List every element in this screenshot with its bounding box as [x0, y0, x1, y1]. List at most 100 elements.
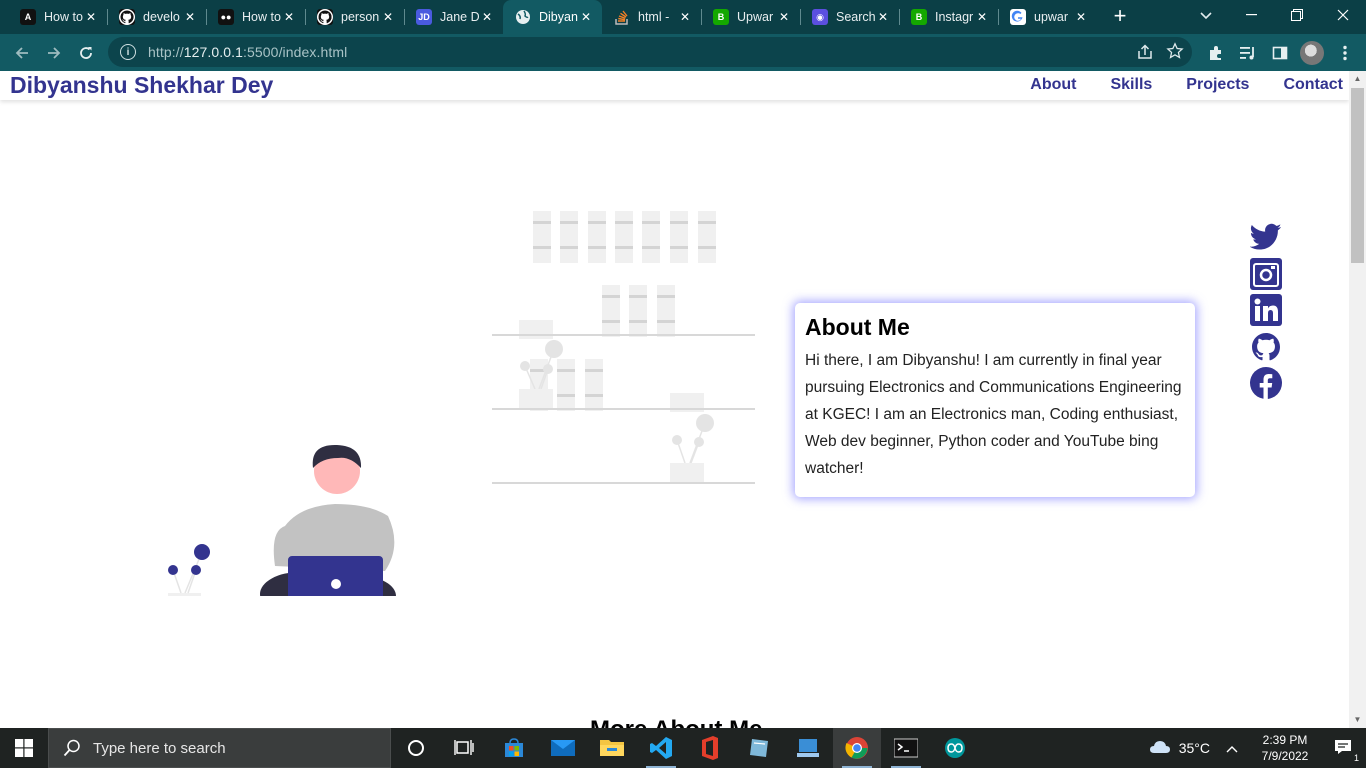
site-brand[interactable]: Dibyanshu Shekhar Dey — [10, 72, 273, 99]
cortana-icon[interactable] — [392, 728, 440, 768]
task-view-icon[interactable] — [440, 728, 488, 768]
browser-tab[interactable]: ◉ Search ✕ — [800, 0, 899, 34]
scroll-up-arrow-icon[interactable]: ▲ — [1349, 71, 1366, 87]
page-scrollbar[interactable]: ▲ ▼ — [1349, 71, 1366, 728]
browser-tab[interactable]: develo ✕ — [107, 0, 206, 34]
share-icon[interactable] — [1136, 43, 1154, 66]
notification-icon[interactable]: 1 — [1334, 739, 1359, 763]
office-icon[interactable] — [686, 728, 734, 768]
reload-icon — [80, 47, 92, 59]
about-card: About Me Hi there, I am Dibyanshu! I am … — [795, 303, 1195, 497]
minimize-button[interactable] — [1228, 0, 1274, 30]
tab-close-icon[interactable]: ✕ — [677, 10, 693, 24]
notification-count: 1 — [1353, 752, 1359, 763]
clock[interactable]: 2:39 PM 7/9/2022 — [1250, 732, 1320, 764]
hero-illustration — [168, 211, 755, 596]
instagram-icon[interactable] — [1248, 256, 1284, 293]
clock-date: 7/9/2022 — [1261, 749, 1309, 763]
restore-button[interactable] — [1274, 0, 1320, 30]
scroll-down-arrow-icon[interactable]: ▼ — [1349, 712, 1366, 728]
nav-about-link[interactable]: About — [1030, 76, 1076, 94]
browser-tab[interactable]: A How to ✕ — [8, 0, 107, 34]
browser-menu-icon[interactable] — [1332, 40, 1358, 66]
weather-cloud-icon[interactable] — [1149, 740, 1171, 757]
terminal-icon[interactable] — [882, 728, 930, 768]
tab-close-icon[interactable]: ✕ — [1073, 10, 1089, 24]
linkedin-icon[interactable] — [1248, 292, 1284, 329]
nav-projects-link[interactable]: Projects — [1186, 76, 1249, 94]
browser-tab[interactable]: Dibyan ✕ — [503, 0, 602, 34]
forward-button[interactable] — [41, 40, 67, 66]
browser-tab[interactable]: html - ✕ — [602, 0, 701, 34]
mail-icon[interactable] — [539, 728, 587, 768]
address-bar[interactable]: i http://127.0.0.1:5500/index.html — [108, 37, 1192, 67]
reload-button[interactable] — [73, 40, 99, 66]
site-navbar: Dibyanshu Shekhar Dey About Skills Proje… — [0, 71, 1349, 100]
browser-tab[interactable]: ●● How to ✕ — [206, 0, 305, 34]
windows-logo-icon — [15, 739, 33, 757]
system-tray: 35°C 2:39 PM 7/9/2022 1 — [1149, 728, 1366, 768]
nav-skills-link[interactable]: Skills — [1110, 76, 1152, 94]
tab-search-chevron-icon[interactable] — [1196, 4, 1216, 28]
search-engine-icon: ◉ — [812, 9, 828, 25]
tab-close-icon[interactable]: ✕ — [380, 10, 396, 24]
browser-tab[interactable]: JD Jane D ✕ — [404, 0, 503, 34]
browser-tab-label: develo — [143, 10, 180, 24]
tab-close-icon[interactable]: ✕ — [974, 10, 990, 24]
close-window-button[interactable] — [1320, 0, 1366, 30]
browser-tab[interactable]: person ✕ — [305, 0, 404, 34]
weather-temperature[interactable]: 35°C — [1179, 740, 1210, 756]
social-links — [1248, 219, 1284, 402]
tab-close-icon[interactable]: ✕ — [83, 10, 99, 24]
browser-tab-label: How to — [242, 10, 281, 24]
remote-desktop-icon[interactable] — [784, 728, 832, 768]
media-control-icon[interactable] — [1235, 40, 1261, 66]
microsoft-store-icon[interactable] — [490, 728, 538, 768]
side-panel-icon[interactable] — [1267, 40, 1293, 66]
site-info-icon[interactable]: i — [120, 44, 136, 60]
tray-chevron-up-icon[interactable] — [1226, 741, 1238, 756]
taskbar-search-box[interactable]: Type here to search — [48, 728, 391, 768]
more-about-heading: More About Me — [590, 716, 762, 728]
bookmark-star-icon[interactable] — [1166, 42, 1184, 65]
browser-tab[interactable]: B Upwar ✕ — [701, 0, 800, 34]
url-text[interactable]: http://127.0.0.1:5500/index.html — [148, 44, 347, 60]
browser-tab-strip: A How to ✕ develo ✕ ●● How to ✕ person ✕ JD Jane D ✕… — [0, 0, 1366, 34]
upwork-icon: B — [713, 9, 729, 25]
back-button[interactable] — [9, 40, 35, 66]
file-explorer-icon[interactable] — [588, 728, 636, 768]
jd-icon: JD — [416, 9, 432, 25]
browser-tab-label: person — [341, 10, 380, 24]
medium-icon: ●● — [218, 9, 234, 25]
tab-close-icon[interactable]: ✕ — [776, 10, 792, 24]
browser-tab-label: html - — [638, 10, 670, 24]
tab-close-icon[interactable]: ✕ — [578, 10, 594, 24]
browser-tab[interactable]: B Instagr ✕ — [899, 0, 998, 34]
globe-icon — [515, 9, 531, 25]
browser-tab-label: upwar — [1034, 10, 1069, 24]
tab-close-icon[interactable]: ✕ — [281, 10, 297, 24]
twitter-icon[interactable] — [1248, 219, 1284, 256]
tab-close-icon[interactable]: ✕ — [875, 10, 891, 24]
stackoverflow-icon — [614, 9, 630, 25]
tab-close-icon[interactable]: ✕ — [479, 10, 495, 24]
scroll-thumb[interactable] — [1351, 88, 1364, 263]
new-tab-button[interactable]: + — [1108, 4, 1132, 30]
extensions-icon[interactable] — [1203, 40, 1229, 66]
plant-illustration — [168, 544, 210, 596]
angular-icon: A — [20, 9, 36, 25]
facebook-icon[interactable] — [1248, 365, 1284, 402]
browser-tab[interactable]: upwar ✕ — [998, 0, 1097, 34]
tab-close-icon[interactable]: ✕ — [182, 10, 198, 24]
notes-app-icon[interactable] — [735, 728, 783, 768]
arduino-icon[interactable] — [931, 728, 979, 768]
vscode-icon[interactable] — [637, 728, 685, 768]
forward-arrow-icon — [48, 47, 61, 59]
about-title: About Me — [805, 314, 910, 340]
chrome-icon[interactable] — [833, 728, 881, 768]
github-icon[interactable] — [1248, 329, 1284, 366]
browser-tab-label: Dibyan — [539, 10, 578, 24]
profile-avatar[interactable] — [1300, 41, 1324, 65]
nav-contact-link[interactable]: Contact — [1283, 76, 1343, 94]
start-button[interactable] — [0, 728, 48, 768]
